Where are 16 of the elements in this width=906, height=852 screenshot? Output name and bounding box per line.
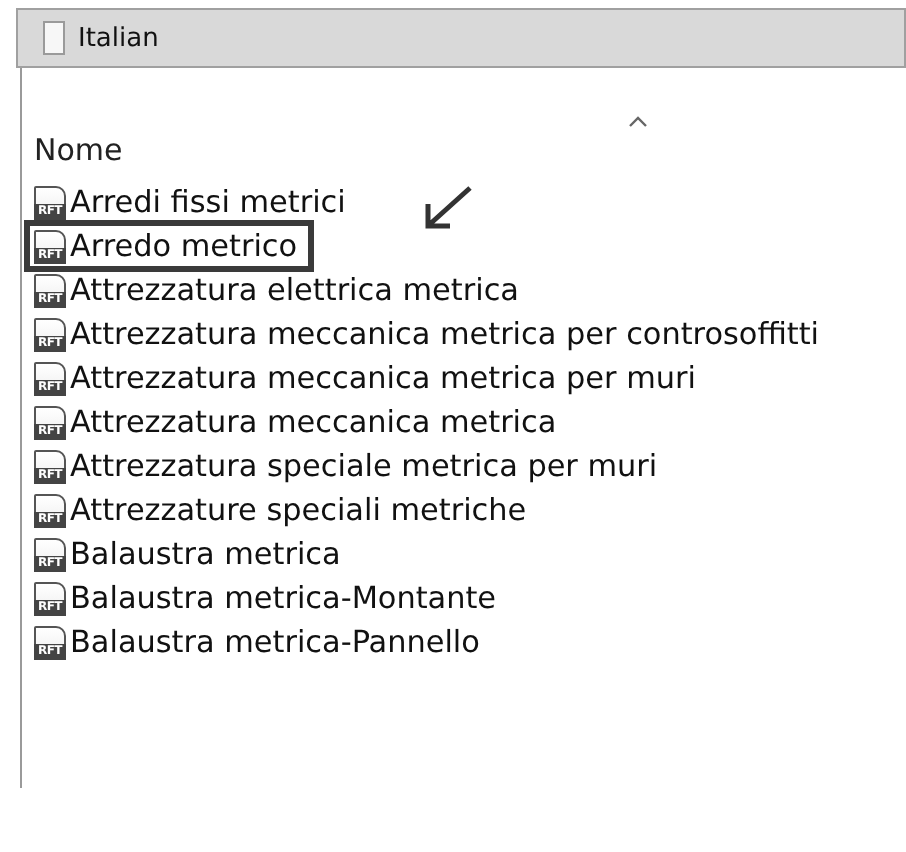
column-header[interactable]: Nome: [34, 132, 123, 168]
file-name: Attrezzatura elettrica metrica: [70, 272, 519, 308]
file-name: Attrezzature speciali metriche: [70, 492, 527, 528]
file-name: Attrezzatura meccanica metrica per controsoffitti: [70, 316, 820, 352]
file-name: Attrezzatura speciale metrica per muri: [70, 448, 658, 484]
folder-icon: [42, 20, 66, 56]
file-name: Balaustra metrica-Montante: [70, 580, 497, 616]
file-name: Arredi fissi metrici: [70, 184, 346, 220]
file-name: Balaustra metrica-Pannello: [70, 624, 480, 660]
address-bar[interactable]: Italian: [16, 8, 906, 68]
folder-path: Italian: [78, 23, 159, 53]
file-name: Arredo metrico: [70, 228, 298, 264]
file-name: Attrezzatura meccanica metrica: [70, 404, 557, 440]
file-name: Balaustra metrica: [70, 536, 341, 572]
file-name: Attrezzatura meccanica metrica per muri: [70, 360, 696, 396]
pointer-arrow-icon: [422, 184, 474, 232]
